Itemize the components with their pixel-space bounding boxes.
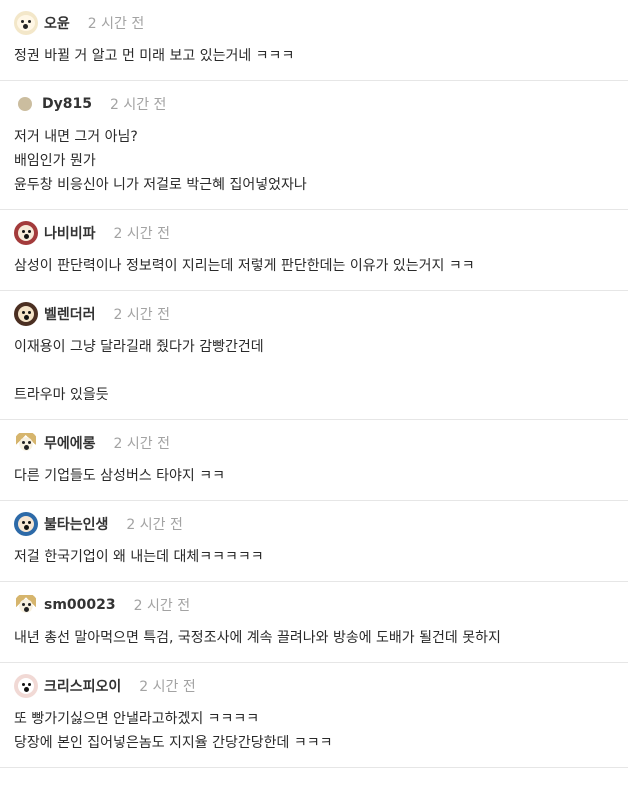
comment-item: 벨렌더러 2 시간 전 이재용이 그냥 달라길래 줬다가 감빵간건데 트라우마 … xyxy=(0,291,628,420)
username[interactable]: 오윤 xyxy=(44,13,70,33)
comment-header: 나비비파 2 시간 전 xyxy=(14,221,628,245)
comment-item: 불타는인생 2 시간 전 저걸 한국기업이 왜 내는데 대체ㅋㅋㅋㅋㅋ xyxy=(0,501,628,582)
comment-body: 다른 기업들도 삼성버스 타야지 ㅋㅋ xyxy=(14,464,628,488)
comment-line: 저걸 한국기업이 왜 내는데 대체ㅋㅋㅋㅋㅋ xyxy=(14,549,264,565)
comment-line: 당장에 본인 집어넣은놈도 지지율 간당간당한데 ㅋㅋㅋ xyxy=(14,735,333,751)
comment-header: 무에에롱 2 시간 전 xyxy=(14,431,628,455)
comment-line: 또 빵가기싫으면 안낼라고하겠지 ㅋㅋㅋㅋ xyxy=(14,711,260,727)
avatar-icon[interactable] xyxy=(14,674,38,698)
avatar-icon[interactable] xyxy=(14,431,38,455)
comment-item: 오윤 2 시간 전 정권 바뀔 거 알고 먼 미래 보고 있는거네 ㅋㅋㅋ xyxy=(0,0,628,81)
avatar-icon[interactable] xyxy=(14,593,38,617)
timestamp: 2 시간 전 xyxy=(113,226,170,242)
avatar-icon[interactable] xyxy=(18,97,32,111)
comment-body: 이재용이 그냥 달라길래 줬다가 감빵간건데 트라우마 있을듯 xyxy=(14,335,628,407)
comment-body: 삼성이 판단력이나 정보력이 지리는데 저렇게 판단한데는 이유가 있는거지 ㅋ… xyxy=(14,254,628,278)
comment-header: sm00023 2 시간 전 xyxy=(14,593,628,617)
timestamp: 2 시간 전 xyxy=(126,517,183,533)
comment-line: 윤두창 비응신아 니가 저걸로 박근혜 집어넣었자나 xyxy=(14,177,307,193)
comment-body: 저걸 한국기업이 왜 내는데 대체ㅋㅋㅋㅋㅋ xyxy=(14,545,628,569)
comment-line: 트라우마 있을듯 xyxy=(14,387,109,403)
username[interactable]: 벨렌더러 xyxy=(44,304,96,324)
avatar-icon[interactable] xyxy=(14,512,38,536)
comment-body: 내년 총선 말아먹으면 특검, 국정조사에 계속 끌려나와 방송에 도배가 될건… xyxy=(14,626,628,650)
comment-body: 저거 내면 그거 아님? 배임인가 뭔가 윤두창 비응신아 니가 저걸로 박근혜… xyxy=(14,125,628,197)
comment-item: 무에에롱 2 시간 전 다른 기업들도 삼성버스 타야지 ㅋㅋ xyxy=(0,420,628,501)
username[interactable]: Dy815 xyxy=(42,96,92,112)
timestamp: 2 시간 전 xyxy=(133,598,191,614)
avatar-icon[interactable] xyxy=(14,11,38,35)
comment-body: 또 빵가기싫으면 안낼라고하겠지 ㅋㅋㅋㅋ 당장에 본인 집어넣은놈도 지지율 … xyxy=(14,707,628,755)
comment-line: 내년 총선 말아먹으면 특검, 국정조사에 계속 끌려나와 방송에 도배가 될건… xyxy=(14,630,501,646)
username[interactable]: 무에에롱 xyxy=(44,433,96,453)
timestamp: 2 시간 전 xyxy=(113,307,170,323)
comment-list: 오윤 2 시간 전 정권 바뀔 거 알고 먼 미래 보고 있는거네 ㅋㅋㅋ Dy… xyxy=(0,0,628,768)
comment-item: Dy815 2 시간 전 저거 내면 그거 아님? 배임인가 뭔가 윤두창 비응… xyxy=(0,81,628,210)
timestamp: 2 시간 전 xyxy=(139,679,196,695)
comment-header: 오윤 2 시간 전 xyxy=(14,11,628,35)
comment-item: 크리스피오이 2 시간 전 또 빵가기싫으면 안낼라고하겠지 ㅋㅋㅋㅋ 당장에 … xyxy=(0,663,628,768)
comment-header: 크리스피오이 2 시간 전 xyxy=(14,674,628,698)
comment-item: 나비비파 2 시간 전 삼성이 판단력이나 정보력이 지리는데 저렇게 판단한데… xyxy=(0,210,628,291)
timestamp: 2 시간 전 xyxy=(87,16,145,32)
username[interactable]: 크리스피오이 xyxy=(44,676,121,696)
comment-line xyxy=(14,359,628,383)
username[interactable]: sm00023 xyxy=(44,597,116,613)
avatar-icon[interactable] xyxy=(14,302,38,326)
comment-line: 정권 바뀔 거 알고 먼 미래 보고 있는거네 ㅋㅋㅋ xyxy=(14,48,295,64)
avatar-icon[interactable] xyxy=(14,221,38,245)
timestamp: 2 시간 전 xyxy=(109,97,167,113)
comment-line: 배임인가 뭔가 xyxy=(14,153,96,169)
comment-header: Dy815 2 시간 전 xyxy=(14,93,628,115)
username[interactable]: 불타는인생 xyxy=(44,514,108,534)
timestamp: 2 시간 전 xyxy=(113,436,170,452)
comment-line: 이재용이 그냥 달라길래 줬다가 감빵간건데 xyxy=(14,339,264,355)
comment-line: 삼성이 판단력이나 정보력이 지리는데 저렇게 판단한데는 이유가 있는거지 ㅋ… xyxy=(14,258,475,274)
comment-body: 정권 바뀔 거 알고 먼 미래 보고 있는거네 ㅋㅋㅋ xyxy=(14,44,628,68)
username[interactable]: 나비비파 xyxy=(44,223,96,243)
comment-header: 벨렌더러 2 시간 전 xyxy=(14,302,628,326)
comment-header: 불타는인생 2 시간 전 xyxy=(14,512,628,536)
comment-item: sm00023 2 시간 전 내년 총선 말아먹으면 특검, 국정조사에 계속 … xyxy=(0,582,628,663)
comment-line: 저거 내면 그거 아님? xyxy=(14,129,138,145)
comment-line: 다른 기업들도 삼성버스 타야지 ㅋㅋ xyxy=(14,468,225,484)
